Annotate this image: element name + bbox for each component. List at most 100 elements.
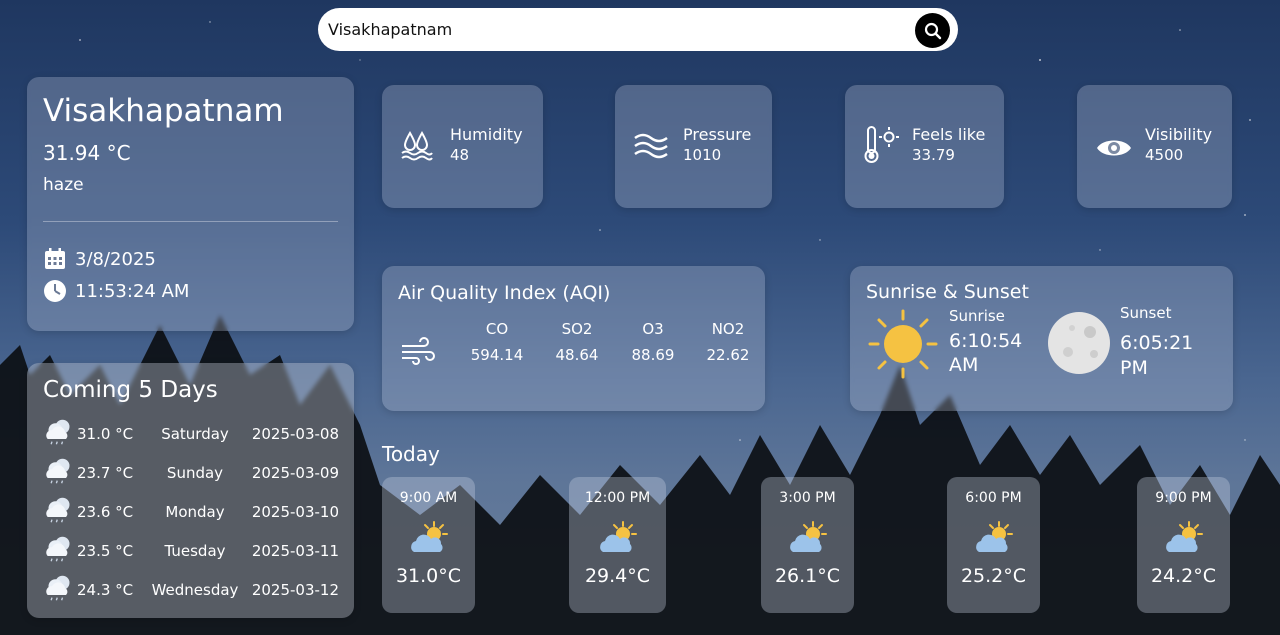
sunrise-label: Sunrise bbox=[949, 307, 1005, 325]
forecast-row: 23.6 °C Monday 2025-03-10 bbox=[43, 497, 339, 527]
hourly-temp: 26.1°C bbox=[774, 565, 841, 587]
hourly-card: 3:00 PM 26.1°C bbox=[761, 477, 854, 613]
hourly-temp: 29.4°C bbox=[584, 565, 651, 587]
forecast-day: Sunday bbox=[166, 464, 224, 482]
forecast-temp: 24.3 °C bbox=[77, 581, 134, 599]
sunrise-ampm: AM bbox=[949, 354, 979, 376]
humidity-label: Humidity bbox=[450, 125, 523, 144]
sunset-label: Sunset bbox=[1120, 304, 1172, 322]
forecast-temp: 23.7 °C bbox=[77, 464, 134, 482]
partly-cloudy-icon bbox=[410, 521, 448, 552]
forecast-title: Coming 5 Days bbox=[43, 377, 218, 403]
cloud-rain-icon bbox=[46, 575, 70, 601]
forecast-row: 24.3 °C Wednesday 2025-03-12 bbox=[43, 575, 339, 605]
visibility-card: Visibility 4500 bbox=[1077, 85, 1232, 208]
calendar-icon bbox=[45, 248, 65, 269]
clock-icon bbox=[44, 280, 66, 302]
aqi-title: Air Quality Index (AQI) bbox=[398, 282, 611, 304]
aqi-co: CO 594.14 bbox=[462, 320, 532, 364]
hourly-time: 9:00 AM bbox=[399, 490, 458, 506]
hourly-temp: 31.0°C bbox=[395, 565, 462, 587]
humidity-card: Humidity 48 bbox=[382, 85, 543, 208]
feels-like-label: Feels like bbox=[912, 125, 986, 144]
pressure-value: 1010 bbox=[683, 146, 722, 164]
aqi-so2-label: SO2 bbox=[561, 320, 593, 338]
forecast-day: Wednesday bbox=[151, 581, 239, 599]
forecast-row: 31.0 °C Saturday 2025-03-08 bbox=[43, 419, 339, 449]
sun-icon bbox=[868, 309, 938, 379]
city-name: Visakhapatnam bbox=[43, 93, 284, 129]
sunrise-sunset-card: Sunrise & Sunset Sunrise 6:10:54 AM Suns… bbox=[850, 266, 1233, 411]
sun-title: Sunrise & Sunset bbox=[866, 281, 1029, 303]
hourly-time: 12:00 PM bbox=[584, 490, 651, 506]
search-bar bbox=[318, 8, 958, 51]
eye-icon bbox=[1097, 140, 1131, 156]
divider bbox=[43, 221, 338, 222]
forecast-date: 2025-03-12 bbox=[251, 581, 339, 599]
sunset-ampm: PM bbox=[1120, 357, 1148, 379]
hourly-card: 6:00 PM 25.2°C bbox=[947, 477, 1040, 613]
pressure-card: Pressure 1010 bbox=[615, 85, 772, 208]
hourly-time: 6:00 PM bbox=[965, 490, 1022, 506]
five-day-forecast-card: Coming 5 Days 31.0 °C Saturday 2025-03-08 2… bbox=[27, 363, 354, 618]
aqi-no2: NO2 22.62 bbox=[693, 320, 763, 364]
pressure-icon bbox=[634, 133, 668, 159]
forecast-temp: 23.5 °C bbox=[77, 542, 134, 560]
forecast-day: Monday bbox=[165, 503, 225, 521]
aqi-card: Air Quality Index (AQI) CO 594.14 SO2 48… bbox=[382, 266, 765, 411]
hourly-card: 9:00 PM 24.2°C bbox=[1137, 477, 1230, 613]
visibility-label: Visibility bbox=[1145, 125, 1213, 144]
sunset-time: 6:05:21 bbox=[1120, 332, 1194, 354]
hourly-card: 12:00 PM 29.4°C bbox=[569, 477, 666, 613]
aqi-co-label: CO bbox=[485, 320, 509, 338]
humidity-icon bbox=[401, 130, 433, 161]
wind-icon bbox=[402, 337, 435, 365]
aqi-co-value: 594.14 bbox=[470, 346, 524, 364]
aqi-so2-value: 48.64 bbox=[555, 346, 599, 364]
hourly-card: 9:00 AM 31.0°C bbox=[382, 477, 475, 613]
hourly-time: 9:00 PM bbox=[1155, 490, 1212, 506]
time-row: 11:53:24 AM bbox=[43, 279, 189, 303]
aqi-o3: O3 88.69 bbox=[618, 320, 688, 364]
forecast-day: Saturday bbox=[161, 425, 229, 443]
forecast-row: 23.7 °C Sunday 2025-03-09 bbox=[43, 458, 339, 488]
aqi-no2-value: 22.62 bbox=[706, 346, 750, 364]
thermometer-icon bbox=[864, 126, 899, 163]
search-icon bbox=[924, 22, 941, 39]
feels-like-value: 33.79 bbox=[912, 146, 955, 164]
moon-icon bbox=[1048, 312, 1110, 374]
partly-cloudy-icon bbox=[789, 521, 827, 552]
aqi-o3-label: O3 bbox=[642, 320, 664, 338]
feels-like-card: Feels like 33.79 bbox=[845, 85, 1004, 208]
current-time: 11:53:24 AM bbox=[75, 280, 190, 302]
hourly-temp: 25.2°C bbox=[960, 565, 1027, 587]
forecast-date: 2025-03-09 bbox=[251, 464, 339, 482]
visibility-value: 4500 bbox=[1145, 146, 1184, 164]
cloud-rain-icon bbox=[46, 536, 70, 562]
forecast-temp: 23.6 °C bbox=[77, 503, 134, 521]
pressure-label: Pressure bbox=[683, 125, 752, 144]
forecast-day: Tuesday bbox=[164, 542, 226, 560]
cloud-rain-icon bbox=[46, 497, 70, 523]
current-weather-card: Visakhapatnam 31.94 °C haze 3/8/2025 11:… bbox=[27, 77, 354, 331]
partly-cloudy-icon bbox=[1165, 521, 1203, 552]
aqi-o3-value: 88.69 bbox=[631, 346, 675, 364]
sunrise-time: 6:10:54 bbox=[949, 330, 1023, 352]
current-temperature: 31.94 °C bbox=[43, 141, 131, 165]
search-input[interactable] bbox=[328, 14, 908, 45]
search-button[interactable] bbox=[915, 13, 950, 48]
forecast-temp: 31.0 °C bbox=[77, 425, 134, 443]
hourly-temp: 24.2°C bbox=[1150, 565, 1217, 587]
aqi-no2-label: NO2 bbox=[711, 320, 745, 338]
forecast-date: 2025-03-10 bbox=[251, 503, 339, 521]
forecast-date: 2025-03-08 bbox=[251, 425, 339, 443]
cloud-rain-icon bbox=[46, 419, 70, 445]
hourly-time: 3:00 PM bbox=[779, 490, 836, 506]
cloud-rain-icon bbox=[46, 458, 70, 484]
current-date: 3/8/2025 bbox=[75, 248, 156, 270]
weather-description: haze bbox=[43, 175, 84, 195]
today-title: Today bbox=[382, 442, 440, 466]
partly-cloudy-icon bbox=[975, 521, 1013, 552]
date-row: 3/8/2025 bbox=[43, 247, 156, 271]
forecast-date: 2025-03-11 bbox=[251, 542, 339, 560]
